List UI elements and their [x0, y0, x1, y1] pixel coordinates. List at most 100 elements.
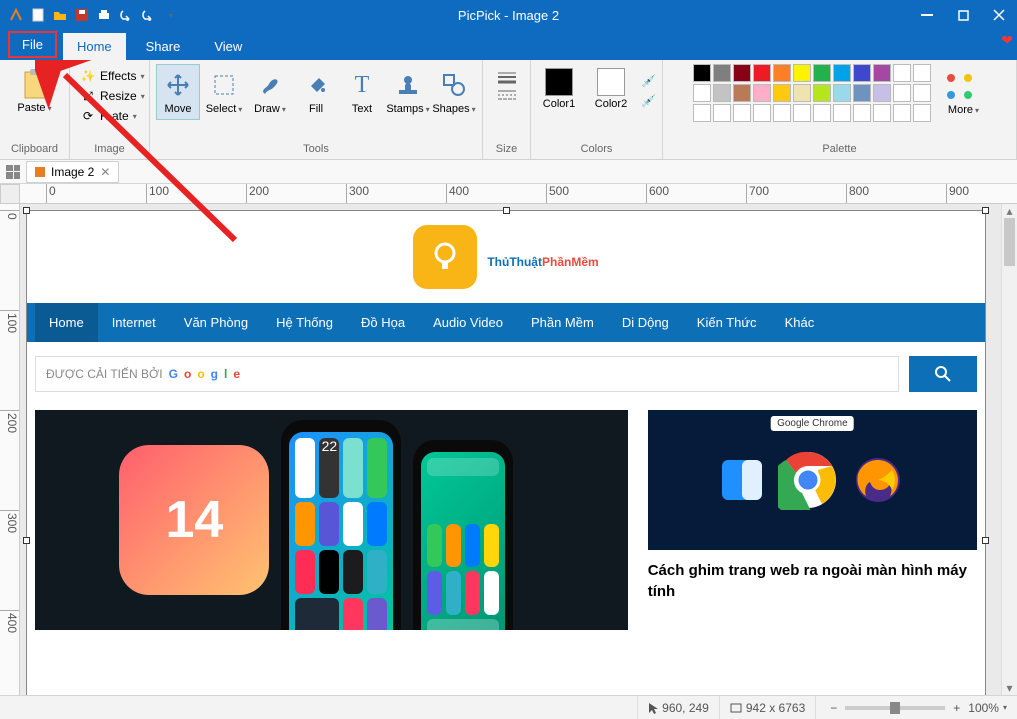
shapes-tool[interactable]: Shapes — [432, 65, 476, 119]
paste-button[interactable]: Paste — [13, 64, 57, 118]
color-swatch[interactable] — [693, 84, 711, 102]
color-swatch[interactable] — [893, 84, 911, 102]
color-swatch[interactable] — [853, 104, 871, 122]
print-icon[interactable] — [96, 7, 112, 23]
maximize-button[interactable] — [945, 0, 981, 30]
resize-handle[interactable] — [23, 537, 30, 544]
resize-handle[interactable] — [982, 537, 989, 544]
minimize-button[interactable] — [909, 0, 945, 30]
nav-item[interactable]: Hệ Thống — [262, 303, 347, 342]
nav-item[interactable]: Đồ Họa — [347, 303, 419, 342]
color-swatch[interactable] — [793, 64, 811, 82]
color-swatch[interactable] — [713, 104, 731, 122]
rotate-button[interactable]: ⟳R ate▾ — [76, 106, 141, 126]
nav-item[interactable]: Văn Phòng — [170, 303, 262, 342]
color-swatch[interactable] — [753, 64, 771, 82]
color-swatch[interactable] — [813, 84, 831, 102]
resize-handle[interactable] — [503, 207, 510, 214]
color-swatch[interactable] — [693, 104, 711, 122]
close-tab-icon[interactable]: ✕ — [100, 165, 110, 179]
color-swatch[interactable] — [693, 64, 711, 82]
eyedropper-a-icon[interactable]: 💉 — [641, 74, 656, 88]
stamps-tool[interactable]: Stamps — [386, 65, 430, 119]
tab-home[interactable]: Home — [63, 33, 126, 60]
color-swatch[interactable] — [713, 84, 731, 102]
qat-dropdown-icon[interactable] — [162, 7, 178, 23]
nav-item[interactable]: Phần Mềm — [517, 303, 608, 342]
heart-icon[interactable]: ❤ — [1001, 32, 1013, 49]
nav-item[interactable]: Kiến Thức — [683, 303, 771, 342]
color-swatch[interactable] — [753, 84, 771, 102]
color-swatch[interactable] — [773, 104, 791, 122]
nav-item[interactable]: Khác — [771, 303, 829, 342]
color-swatch[interactable] — [793, 104, 811, 122]
move-tool[interactable]: Move — [156, 64, 200, 120]
color-swatch[interactable] — [833, 84, 851, 102]
more-colors-button[interactable]: More — [941, 66, 985, 120]
zoom-in-button[interactable]: + — [949, 701, 964, 715]
color-swatch[interactable] — [793, 84, 811, 102]
color2-button[interactable]: Color2 — [589, 64, 633, 114]
resize-handle[interactable] — [23, 207, 30, 214]
tab-share[interactable]: Share — [132, 33, 195, 60]
document-tab[interactable]: Image 2 ✕ — [26, 161, 119, 183]
nav-item[interactable]: Internet — [98, 303, 170, 342]
resize-button[interactable]: ⤢Resize▾ — [76, 86, 149, 106]
color-swatch[interactable] — [833, 64, 851, 82]
color1-button[interactable]: Color1 — [537, 64, 581, 114]
eyedropper-b-icon[interactable]: 💉 — [641, 94, 656, 108]
color-swatch[interactable] — [753, 104, 771, 122]
canvas-area[interactable]: ThủThuậtPhầnMềm HomeInternetVăn PhòngHệ … — [20, 204, 1001, 695]
color-swatch[interactable] — [893, 104, 911, 122]
color-swatch[interactable] — [913, 104, 931, 122]
line-style-icon[interactable] — [496, 88, 518, 102]
color-swatch[interactable] — [713, 64, 731, 82]
color-swatch[interactable] — [733, 84, 751, 102]
vertical-scrollbar[interactable]: ▴ ▾ — [1001, 204, 1017, 695]
tab-file[interactable]: File — [8, 31, 57, 58]
app-icon[interactable] — [8, 7, 24, 23]
article-card[interactable]: 14 22 — [35, 410, 628, 630]
search-button[interactable] — [909, 356, 977, 392]
color-swatch[interactable] — [913, 84, 931, 102]
scroll-down-icon[interactable]: ▾ — [1002, 681, 1017, 695]
color-swatch[interactable] — [833, 104, 851, 122]
select-tool[interactable]: Select — [202, 65, 246, 119]
close-button[interactable] — [981, 0, 1017, 30]
undo-icon[interactable] — [118, 7, 134, 23]
color-swatch[interactable] — [733, 64, 751, 82]
color-swatch[interactable] — [873, 84, 891, 102]
open-icon[interactable] — [52, 7, 68, 23]
color-swatch[interactable] — [773, 84, 791, 102]
tab-view[interactable]: View — [200, 33, 256, 60]
search-input[interactable]: ĐƯỢC CẢI TIẾN BỞI Google — [35, 356, 899, 392]
color-swatch[interactable] — [873, 104, 891, 122]
fill-tool[interactable]: Fill — [294, 65, 338, 119]
scroll-up-icon[interactable]: ▴ — [1002, 204, 1017, 218]
color-swatch[interactable] — [733, 104, 751, 122]
color-swatch[interactable] — [913, 64, 931, 82]
redo-icon[interactable] — [140, 7, 156, 23]
effects-button[interactable]: ✨Effects▾ — [76, 66, 148, 86]
color-swatch[interactable] — [853, 64, 871, 82]
color-swatch[interactable] — [773, 64, 791, 82]
line-weight-icon[interactable] — [496, 70, 518, 84]
color-swatch[interactable] — [873, 64, 891, 82]
zoom-out-button[interactable]: − — [826, 701, 841, 715]
zoom-slider[interactable] — [845, 706, 945, 710]
tab-grid-icon[interactable] — [4, 163, 22, 181]
new-icon[interactable] — [30, 7, 46, 23]
nav-item[interactable]: Di Dộng — [608, 303, 683, 342]
text-tool[interactable]: T Text — [340, 65, 384, 119]
scroll-thumb[interactable] — [1004, 218, 1015, 266]
nav-item[interactable]: Audio Video — [419, 303, 517, 342]
image-canvas[interactable]: ThủThuậtPhầnMềm HomeInternetVăn PhòngHệ … — [26, 210, 986, 695]
draw-tool[interactable]: Draw — [248, 65, 292, 119]
color-swatch[interactable] — [893, 64, 911, 82]
article-card[interactable]: Google Chrome Cách ghim trang web ra ngo… — [648, 410, 977, 630]
color-swatch[interactable] — [813, 64, 831, 82]
resize-handle[interactable] — [982, 207, 989, 214]
color-swatch[interactable] — [853, 84, 871, 102]
color-swatch[interactable] — [813, 104, 831, 122]
save-icon[interactable] — [74, 7, 90, 23]
